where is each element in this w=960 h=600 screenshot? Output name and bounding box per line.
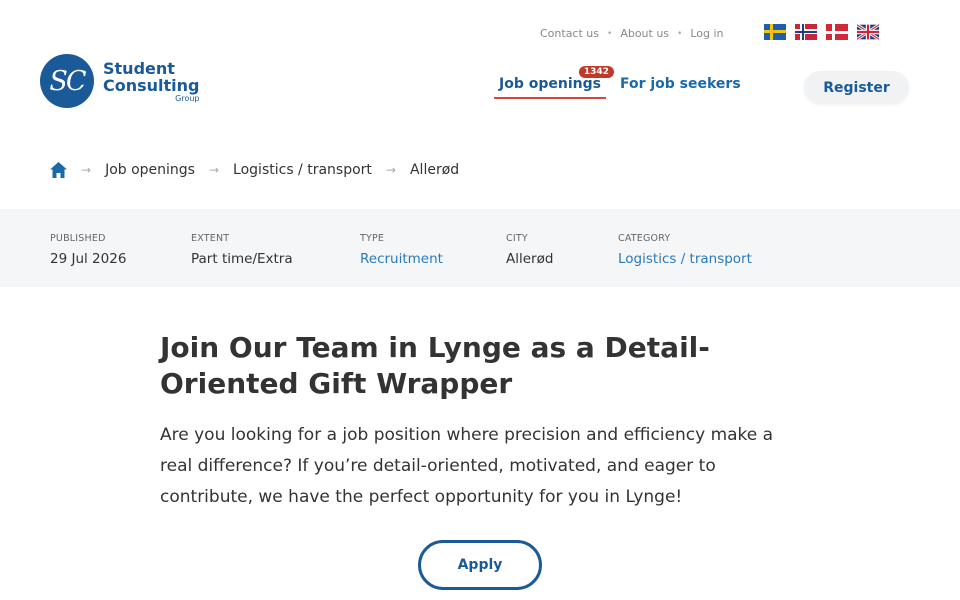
job-count-badge: 1342 bbox=[578, 66, 614, 78]
swedish-flag-icon[interactable] bbox=[764, 24, 786, 40]
meta-label: PUBLISHED bbox=[50, 233, 106, 244]
arrow-right-icon: → bbox=[208, 163, 220, 177]
job-meta-bar: PUBLISHED 29 Jul 2026 EXTENT Part time/E… bbox=[0, 209, 960, 287]
extent-value: Part time/Extra bbox=[191, 251, 293, 267]
breadcrumb-current: Allerød bbox=[409, 162, 460, 178]
separator-dot: • bbox=[677, 28, 683, 39]
job-title: Join Our Team in Lynge as a Detail-Orien… bbox=[160, 331, 710, 400]
published-date: 29 Jul 2026 bbox=[50, 251, 127, 267]
logo-line1: Student bbox=[103, 58, 175, 78]
logo-group: Group bbox=[175, 93, 200, 103]
contact-link[interactable]: Contact us bbox=[540, 27, 599, 40]
logo-wordmark: Student Consulting Group bbox=[103, 60, 200, 103]
language-selector bbox=[764, 24, 879, 40]
about-link[interactable]: About us bbox=[620, 27, 669, 40]
breadcrumb-logistics[interactable]: Logistics / transport bbox=[233, 162, 372, 178]
logo-mark: SC bbox=[40, 54, 94, 108]
meta-category: CATEGORY Logistics / transport bbox=[618, 233, 752, 267]
meta-label: TYPE bbox=[360, 233, 385, 244]
arrow-right-icon: → bbox=[81, 163, 92, 177]
category-link[interactable]: Logistics / transport bbox=[618, 251, 752, 267]
meta-type: TYPE Recruitment bbox=[360, 233, 443, 267]
separator-dot: • bbox=[607, 28, 613, 39]
meta-published: PUBLISHED 29 Jul 2026 bbox=[50, 233, 126, 267]
apply-button[interactable]: Apply bbox=[418, 540, 542, 590]
breadcrumb: → Job openings → Logistics / transport →… bbox=[50, 162, 459, 178]
norwegian-flag-icon[interactable] bbox=[795, 24, 817, 40]
type-link[interactable]: Recruitment bbox=[360, 251, 443, 267]
breadcrumb-job-openings[interactable]: Job openings bbox=[105, 162, 195, 178]
login-link[interactable]: Log in bbox=[690, 27, 723, 40]
nav-job-openings-label: Job openings bbox=[499, 76, 601, 92]
home-icon[interactable] bbox=[50, 162, 67, 178]
arrow-right-icon: → bbox=[385, 163, 396, 177]
meta-city: CITY Allerød bbox=[506, 233, 553, 267]
nav-job-openings[interactable]: Job openings 1342 bbox=[494, 66, 614, 99]
city-value: Allerød bbox=[506, 251, 554, 267]
meta-extent: EXTENT Part time/Extra bbox=[191, 233, 293, 267]
register-button[interactable]: Register bbox=[804, 71, 909, 104]
site-logo[interactable]: SC Student Consulting Group bbox=[40, 54, 200, 108]
uk-flag-icon[interactable] bbox=[857, 24, 879, 40]
main-nav: Job openings 1342 For job seekers bbox=[494, 66, 746, 99]
nav-job-seekers[interactable]: For job seekers bbox=[615, 76, 746, 97]
danish-flag-icon[interactable] bbox=[826, 24, 848, 40]
logo-line2: Consulting bbox=[103, 75, 200, 95]
meta-label: CATEGORY bbox=[618, 233, 671, 244]
meta-label: CITY bbox=[506, 233, 528, 244]
job-intro: Are you looking for a job position where… bbox=[160, 425, 774, 507]
meta-label: EXTENT bbox=[191, 233, 230, 244]
top-links: Contact us • About us • Log in bbox=[540, 27, 724, 40]
